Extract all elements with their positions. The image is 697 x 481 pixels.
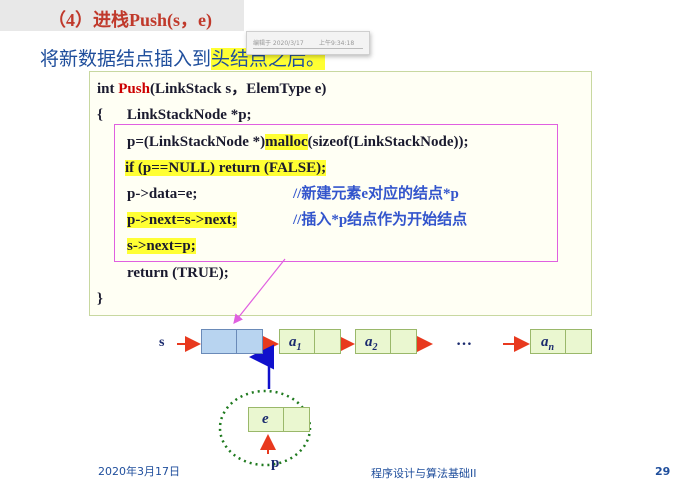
new-node-value: e bbox=[262, 411, 269, 427]
node-divider bbox=[390, 330, 391, 353]
p-label: p bbox=[271, 455, 280, 471]
node-divider bbox=[283, 408, 284, 431]
node-a1-label: a1 bbox=[289, 334, 302, 353]
new-node bbox=[248, 407, 310, 432]
node-an-label: an bbox=[541, 334, 555, 353]
node-an bbox=[530, 329, 592, 354]
diagram-arrows bbox=[177, 258, 530, 467]
head-node bbox=[201, 329, 263, 354]
page-number: 29 bbox=[655, 465, 671, 478]
footer-date: 2020年3月17日 bbox=[98, 465, 180, 478]
footer-course: 程序设计与算法基础II bbox=[371, 467, 477, 480]
head-node-divider bbox=[236, 330, 237, 353]
s-label: s bbox=[159, 335, 165, 350]
callout-line bbox=[233, 258, 286, 324]
node-divider bbox=[565, 330, 566, 353]
node-a2-label: a2 bbox=[365, 334, 378, 353]
node-divider bbox=[314, 330, 315, 353]
ellipsis: … bbox=[456, 332, 472, 349]
